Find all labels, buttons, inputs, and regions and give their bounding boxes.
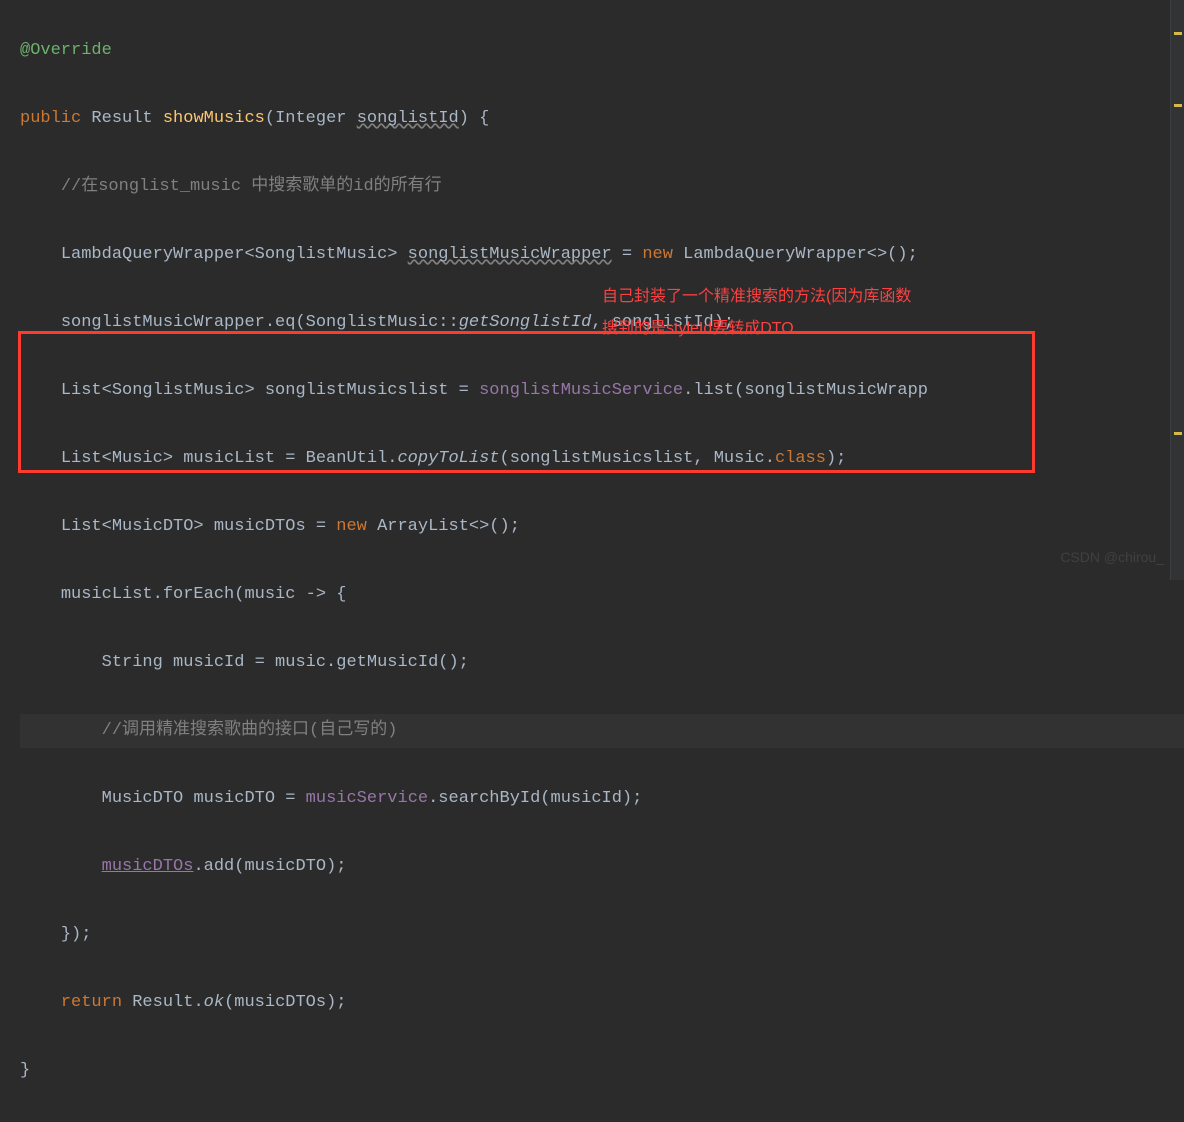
l8: musicList.forEach(music -> { bbox=[61, 585, 347, 604]
l9-a: String musicId = music.getMusicId(); bbox=[102, 653, 469, 672]
l4-a: songlistMusicWrapper.eq(SonglistMusic:: bbox=[61, 313, 459, 332]
code-editor[interactable]: @Override public Result showMusics(Integ… bbox=[0, 0, 1184, 1122]
l4-method-ref: getSonglistId bbox=[459, 313, 592, 332]
l14-ok: ok bbox=[204, 993, 224, 1012]
method-name: showMusics bbox=[163, 109, 265, 128]
brace: { bbox=[469, 109, 489, 128]
brace-close: } bbox=[20, 1061, 30, 1080]
gutter-marker[interactable] bbox=[1174, 32, 1182, 35]
l3-ctor: LambdaQueryWrapper<>(); bbox=[673, 245, 918, 264]
l5-a: List<SonglistMusic> songlistMusicslist = bbox=[61, 381, 479, 400]
gutter-marker[interactable] bbox=[1174, 432, 1182, 435]
kw-new-1: new bbox=[642, 245, 673, 264]
l7-b: ArrayList<>(); bbox=[367, 517, 520, 536]
annotation-text-2: 搜到的是styleId要转成DTO bbox=[602, 312, 794, 346]
l12-var: musicDTOs bbox=[102, 857, 194, 876]
l5-service: songlistMusicService bbox=[479, 381, 683, 400]
l13: }); bbox=[61, 925, 92, 944]
l5-c: .list(songlistMusicWrapp bbox=[683, 381, 928, 400]
l3-type: LambdaQueryWrapper<SonglistMusic> bbox=[61, 245, 408, 264]
l14-c: (musicDTOs); bbox=[224, 993, 346, 1012]
editor-gutter[interactable] bbox=[1170, 0, 1184, 580]
l6-copy: copyToList bbox=[397, 449, 499, 468]
l11-c: .searchById(musicId); bbox=[428, 789, 642, 808]
param-type: Integer bbox=[275, 109, 346, 128]
l3-var: songlistMusicWrapper bbox=[408, 245, 612, 264]
watermark: CSDN @chirou_ bbox=[1060, 540, 1164, 574]
annotation-text-1: 自己封装了一个精准搜索的方法(因为库函数 bbox=[602, 280, 911, 314]
l7-a: List<MusicDTO> musicDTOs = bbox=[61, 517, 336, 536]
gutter-marker[interactable] bbox=[1174, 104, 1182, 107]
annotation-override: @Override bbox=[20, 41, 112, 60]
l11-service: musicService bbox=[306, 789, 428, 808]
kw-class: class bbox=[775, 449, 826, 468]
param-name: songlistId bbox=[357, 109, 459, 128]
l14-a: Result. bbox=[122, 993, 204, 1012]
comment-2: //调用精准搜索歌曲的接口(自己写的) bbox=[102, 721, 398, 740]
l6-a: List<Music> musicList = BeanUtil. bbox=[61, 449, 398, 468]
return-type: Result bbox=[91, 109, 152, 128]
l12-b: .add(musicDTO); bbox=[193, 857, 346, 876]
l11-a: MusicDTO musicDTO = bbox=[102, 789, 306, 808]
l3-eq: = bbox=[612, 245, 643, 264]
l6-c: (songlistMusicslist, Music. bbox=[500, 449, 775, 468]
kw-return: return bbox=[61, 993, 122, 1012]
kw-public: public bbox=[20, 109, 81, 128]
comment-1: //在songlist_music 中搜索歌单的id的所有行 bbox=[61, 177, 442, 196]
kw-new-2: new bbox=[336, 517, 367, 536]
l6-e: ); bbox=[826, 449, 846, 468]
